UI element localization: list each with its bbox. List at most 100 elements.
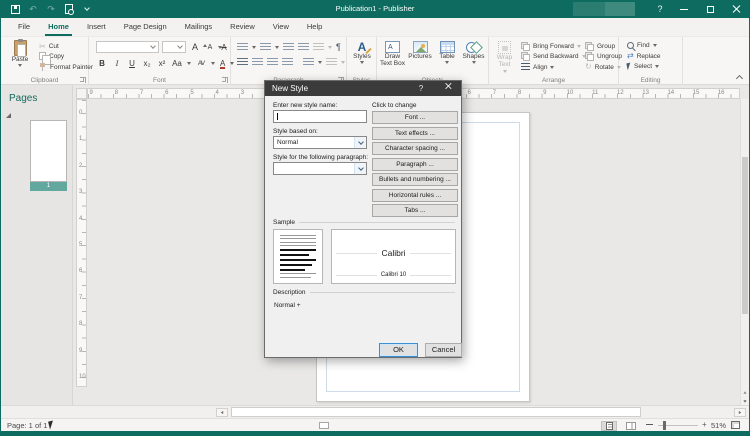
dialog-close-button[interactable] [439,81,457,96]
cut-button[interactable]: ✂Cut [39,42,59,51]
decrease-indent-icon[interactable] [283,43,294,52]
tab-home[interactable]: Home [39,18,78,36]
group-label-clipboard: Clipboard [1,77,88,84]
horizontal-scrollbar[interactable] [1,405,749,418]
align-icon [521,63,530,72]
font-size-combobox[interactable] [162,41,186,53]
align-right-icon[interactable] [267,58,278,67]
horizontal-scrollbar-thumb[interactable] [231,407,641,417]
close-button[interactable] [723,0,749,18]
copy-button[interactable]: Copy [39,52,64,60]
pictures-button[interactable]: Pictures [406,41,434,60]
zoom-out-button[interactable] [646,424,653,425]
ruler-number: 6 [468,90,471,96]
zoom-slider-thumb[interactable] [663,421,666,430]
align-left-icon[interactable] [237,58,248,67]
scroll-down-button[interactable] [741,397,749,405]
collapse-panel-icon[interactable] [6,113,11,118]
change-case-button[interactable]: Aa [172,57,182,69]
two-page-view-button[interactable] [623,421,639,431]
subscript-button[interactable]: x₂ [142,57,152,69]
bold-button[interactable]: B [97,57,107,69]
send-backward-button[interactable]: Send Backward [521,52,586,61]
show-formatting-button[interactable]: ¶ [336,42,341,52]
tab-insert[interactable]: Insert [78,18,115,36]
print-preview-button[interactable] [63,3,75,15]
draw-text-box-button[interactable]: A Draw Text Box [379,41,406,68]
zoom-level[interactable]: 51% [711,421,726,430]
single-page-view-button[interactable] [601,421,617,431]
scroll-left-button[interactable] [216,408,228,417]
bring-forward-button[interactable]: Bring Forward [521,42,581,51]
tab-help[interactable]: Help [298,18,331,36]
page-thumbnail[interactable]: 1 [30,120,67,182]
vertical-scrollbar-thumb[interactable] [742,157,748,314]
clear-formatting-button[interactable]: A [219,41,229,53]
paragraph-button[interactable]: Paragraph ... [372,158,458,171]
underline-button[interactable]: U [127,57,137,69]
cancel-button[interactable]: Cancel [425,343,462,357]
superscript-button[interactable]: x² [157,57,167,69]
horizontal-rules-button[interactable]: Horizontal rules ... [372,189,458,202]
dialog-help-button[interactable]: ? [413,81,429,96]
redo-button[interactable]: ↷ [45,3,57,15]
ungroup-button[interactable]: Ungroup [585,52,622,61]
style-name-input[interactable] [273,110,367,123]
character-spacing-button[interactable]: AV [196,57,206,69]
character-spacing-button[interactable]: Character spacing ... [372,142,458,155]
styles-button[interactable]: A Styles [349,41,375,64]
ok-button[interactable]: OK [379,343,418,357]
undo-button[interactable]: ↶ [27,3,39,15]
numbering-icon[interactable] [260,43,271,52]
find-button[interactable]: Find [627,42,657,49]
zoom-in-button[interactable]: + [702,421,707,429]
based-on-combobox[interactable]: Normal [273,136,367,149]
vertical-ruler[interactable]: 012345678910 [76,99,87,387]
group-button[interactable]: Group [585,42,615,51]
borders-icon[interactable] [326,58,337,67]
account-area[interactable] [573,2,635,16]
paste-button[interactable]: Paste [7,40,33,67]
select-button[interactable]: Select [627,63,659,70]
columns-icon[interactable] [313,43,324,52]
dialog-launcher-icon[interactable] [222,77,228,83]
maximize-button[interactable] [697,0,723,18]
align-center-icon[interactable] [252,58,263,67]
vertical-scrollbar[interactable] [740,99,749,405]
bullets-icon[interactable] [237,43,248,52]
ribbon-display-button[interactable]: ? [649,0,671,18]
bullets-numbering-button[interactable]: Bullets and numbering ... [372,173,458,186]
wrap-text-button[interactable]: Wrap Text [492,41,517,73]
tabs-button[interactable]: Tabs ... [372,204,458,217]
font-button[interactable]: Font ... [372,111,458,124]
table-button[interactable]: Table [434,41,460,64]
tab-file[interactable]: File [9,18,39,36]
rotate-button[interactable]: ↻Rotate [585,63,621,71]
dialog-launcher-icon[interactable] [80,77,86,83]
tab-page-design[interactable]: Page Design [115,18,176,36]
tab-view[interactable]: View [264,18,298,36]
replace-button[interactable]: ⇄Replace [627,52,661,60]
font-name-combobox[interactable] [96,41,159,53]
font-color-button[interactable]: A [220,59,225,68]
line-spacing-icon[interactable] [303,58,314,67]
customize-qat-button[interactable] [81,3,93,15]
format-painter-button[interactable]: Format Painter [39,63,93,71]
italic-button[interactable]: I [112,57,122,69]
justify-icon[interactable] [282,58,293,67]
scroll-right-button[interactable] [734,408,746,417]
text-effects-button[interactable]: Text effects ... [372,127,458,140]
tab-review[interactable]: Review [221,18,264,36]
page-indicator[interactable]: Page: 1 of 1 [7,421,47,430]
following-paragraph-combobox[interactable] [273,162,367,175]
save-button[interactable] [9,3,21,15]
align-button[interactable]: Align [521,63,554,72]
collapse-ribbon-icon[interactable] [736,75,743,82]
fit-page-icon[interactable] [731,421,740,429]
minimize-button[interactable] [671,0,697,18]
scroll-up-button[interactable] [741,388,749,396]
dialog-title-bar[interactable]: New Style ? [265,81,461,96]
increase-indent-icon[interactable] [298,43,309,52]
shapes-button[interactable]: Shapes [460,41,487,64]
tab-mailings[interactable]: Mailings [176,18,222,36]
